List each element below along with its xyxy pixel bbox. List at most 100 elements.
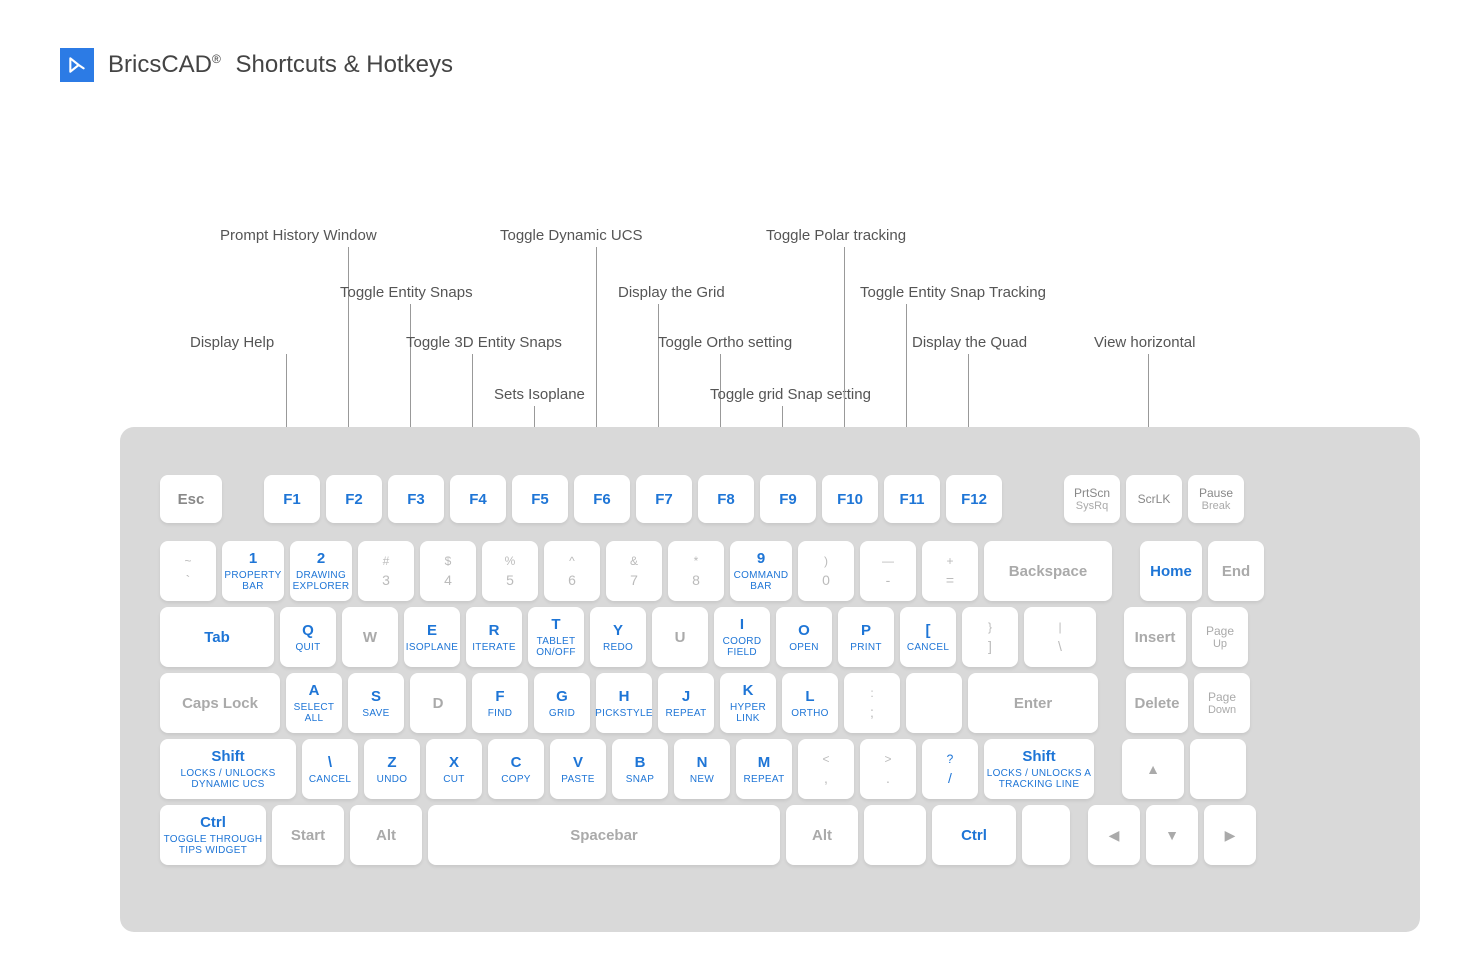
key-f7[interactable]: F7 bbox=[636, 475, 692, 523]
key-f8[interactable]: F8 bbox=[698, 475, 754, 523]
key-pause[interactable]: PauseBreak bbox=[1188, 475, 1244, 523]
key-equals[interactable]: += bbox=[922, 541, 978, 601]
key-k0[interactable]: )0 bbox=[798, 541, 854, 601]
key-f6[interactable]: F6 bbox=[574, 475, 630, 523]
key-o[interactable]: OOPEN bbox=[776, 607, 832, 667]
key-comma[interactable]: <, bbox=[798, 739, 854, 799]
key-z[interactable]: ZUNDO bbox=[364, 739, 420, 799]
key-rctrl[interactable]: Ctrl bbox=[932, 805, 1016, 865]
key-k5[interactable]: %5 bbox=[482, 541, 538, 601]
key-f[interactable]: FFIND bbox=[472, 673, 528, 733]
key-v[interactable]: VPASTE bbox=[550, 739, 606, 799]
key-pgdn[interactable]: PageDown bbox=[1194, 673, 1250, 733]
key-lctrl[interactable]: CtrlTOGGLE THROUGH TIPS WIDGET bbox=[160, 805, 266, 865]
key-minus[interactable]: —- bbox=[860, 541, 916, 601]
key-insert[interactable]: Insert bbox=[1124, 607, 1186, 667]
key-lalt[interactable]: Alt bbox=[350, 805, 422, 865]
key-g[interactable]: GGRID bbox=[534, 673, 590, 733]
key-backspace[interactable]: Backspace bbox=[984, 541, 1112, 601]
key-b[interactable]: BSNAP bbox=[612, 739, 668, 799]
key-f4[interactable]: F4 bbox=[450, 475, 506, 523]
key-r[interactable]: RITERATE bbox=[466, 607, 522, 667]
key-tilde[interactable]: ~` bbox=[160, 541, 216, 601]
callout-f8: Toggle Ortho setting bbox=[658, 334, 792, 351]
key-j[interactable]: JREPEAT bbox=[658, 673, 714, 733]
key-k8[interactable]: *8 bbox=[668, 541, 724, 601]
key-f11[interactable]: F11 bbox=[884, 475, 940, 523]
key-d[interactable]: D bbox=[410, 673, 466, 733]
key-f1[interactable]: F1 bbox=[264, 475, 320, 523]
key-period[interactable]: >. bbox=[860, 739, 916, 799]
key-start[interactable]: Start bbox=[272, 805, 344, 865]
key-k6[interactable]: ^6 bbox=[544, 541, 600, 601]
key-k1[interactable]: 1PROPERTY BAR bbox=[222, 541, 284, 601]
key-menu[interactable] bbox=[864, 805, 926, 865]
callout-f7: Display the Grid bbox=[618, 284, 725, 301]
key-scrlk[interactable]: ScrLK bbox=[1126, 475, 1182, 523]
key-lbracket[interactable]: [CANCEL bbox=[900, 607, 956, 667]
key-quote[interactable] bbox=[906, 673, 962, 733]
key-w[interactable]: W bbox=[342, 607, 398, 667]
callout-f6: Toggle Dynamic UCS bbox=[500, 227, 643, 244]
key-a[interactable]: ASELECT ALL bbox=[286, 673, 342, 733]
key-rshift[interactable]: ShiftLOCKS / UNLOCKS A TRACKING LINE bbox=[984, 739, 1094, 799]
key-right[interactable]: ▶ bbox=[1204, 805, 1256, 865]
key-h[interactable]: HPICKSTYLE bbox=[596, 673, 652, 733]
key-f12[interactable]: F12 bbox=[946, 475, 1002, 523]
key-k9[interactable]: 9COMMAND BAR bbox=[730, 541, 792, 601]
key-y[interactable]: YREDO bbox=[590, 607, 646, 667]
key-bslash[interactable]: \CANCEL bbox=[302, 739, 358, 799]
key-end[interactable]: End bbox=[1208, 541, 1264, 601]
key-l[interactable]: LORTHO bbox=[782, 673, 838, 733]
key-up[interactable]: ▲ bbox=[1122, 739, 1184, 799]
key-x[interactable]: XCUT bbox=[426, 739, 482, 799]
keyboard: Esc F1F2F3F4F5F6F7F8F9F10F11F12 PrtScnSysR… bbox=[120, 427, 1420, 932]
key-c[interactable]: CCOPY bbox=[488, 739, 544, 799]
key-prtscn[interactable]: PrtScnSysRq bbox=[1064, 475, 1120, 523]
key-caps[interactable]: Caps Lock bbox=[160, 673, 280, 733]
key-tab[interactable]: Tab bbox=[160, 607, 274, 667]
arrow-icon: ▲ bbox=[1146, 761, 1160, 777]
key-n[interactable]: NNEW bbox=[674, 739, 730, 799]
key-pgup[interactable]: PageUp bbox=[1192, 607, 1248, 667]
key-backslash[interactable]: |\ bbox=[1024, 607, 1096, 667]
key-f9[interactable]: F9 bbox=[760, 475, 816, 523]
key-t[interactable]: TTABLET ON/OFF bbox=[528, 607, 584, 667]
key-rbracket[interactable]: }] bbox=[962, 607, 1018, 667]
callout-f1: Display Help bbox=[190, 334, 274, 351]
key-s[interactable]: SSAVE bbox=[348, 673, 404, 733]
key-k7[interactable]: &7 bbox=[606, 541, 662, 601]
key-k2[interactable]: 2DRAWING EXPLORER bbox=[290, 541, 352, 601]
callout-f2: Prompt History Window bbox=[220, 227, 377, 244]
key-e[interactable]: EISOPLANE bbox=[404, 607, 460, 667]
key-ralt[interactable]: Alt bbox=[786, 805, 858, 865]
key-delete[interactable]: Delete bbox=[1126, 673, 1188, 733]
key-k4[interactable]: $4 bbox=[420, 541, 476, 601]
brand-name: BricsCAD bbox=[108, 51, 212, 78]
key-i[interactable]: ICOORD FIELD bbox=[714, 607, 770, 667]
callout-f4: Toggle 3D Entity Snaps bbox=[406, 334, 562, 351]
key-u[interactable]: U bbox=[652, 607, 708, 667]
key-slash[interactable]: ?/ bbox=[922, 739, 978, 799]
key-down[interactable]: ▼ bbox=[1146, 805, 1198, 865]
key-f5[interactable]: F5 bbox=[512, 475, 568, 523]
callout-f3: Toggle Entity Snaps bbox=[340, 284, 473, 301]
key-p[interactable]: PPRINT bbox=[838, 607, 894, 667]
key-enter[interactable]: Enter bbox=[968, 673, 1098, 733]
key-m[interactable]: MREPEAT bbox=[736, 739, 792, 799]
key-space[interactable]: Spacebar bbox=[428, 805, 780, 865]
key-k[interactable]: KHYPER LINK bbox=[720, 673, 776, 733]
callout-f12: Display the Quad bbox=[912, 334, 1027, 351]
key-f3[interactable]: F3 bbox=[388, 475, 444, 523]
key-left[interactable]: ◀ bbox=[1088, 805, 1140, 865]
key-home[interactable]: Home bbox=[1140, 541, 1202, 601]
key-semicolon[interactable]: :; bbox=[844, 673, 900, 733]
key-k3[interactable]: #3 bbox=[358, 541, 414, 601]
key-esc[interactable]: Esc bbox=[160, 475, 222, 523]
brand-logo-icon bbox=[60, 48, 94, 82]
key-f10[interactable]: F10 bbox=[822, 475, 878, 523]
key-lshift[interactable]: ShiftLOCKS / UNLOCKS DYNAMIC UCS bbox=[160, 739, 296, 799]
key-q[interactable]: QQUIT bbox=[280, 607, 336, 667]
key-blank1 bbox=[1190, 739, 1246, 799]
key-f2[interactable]: F2 bbox=[326, 475, 382, 523]
